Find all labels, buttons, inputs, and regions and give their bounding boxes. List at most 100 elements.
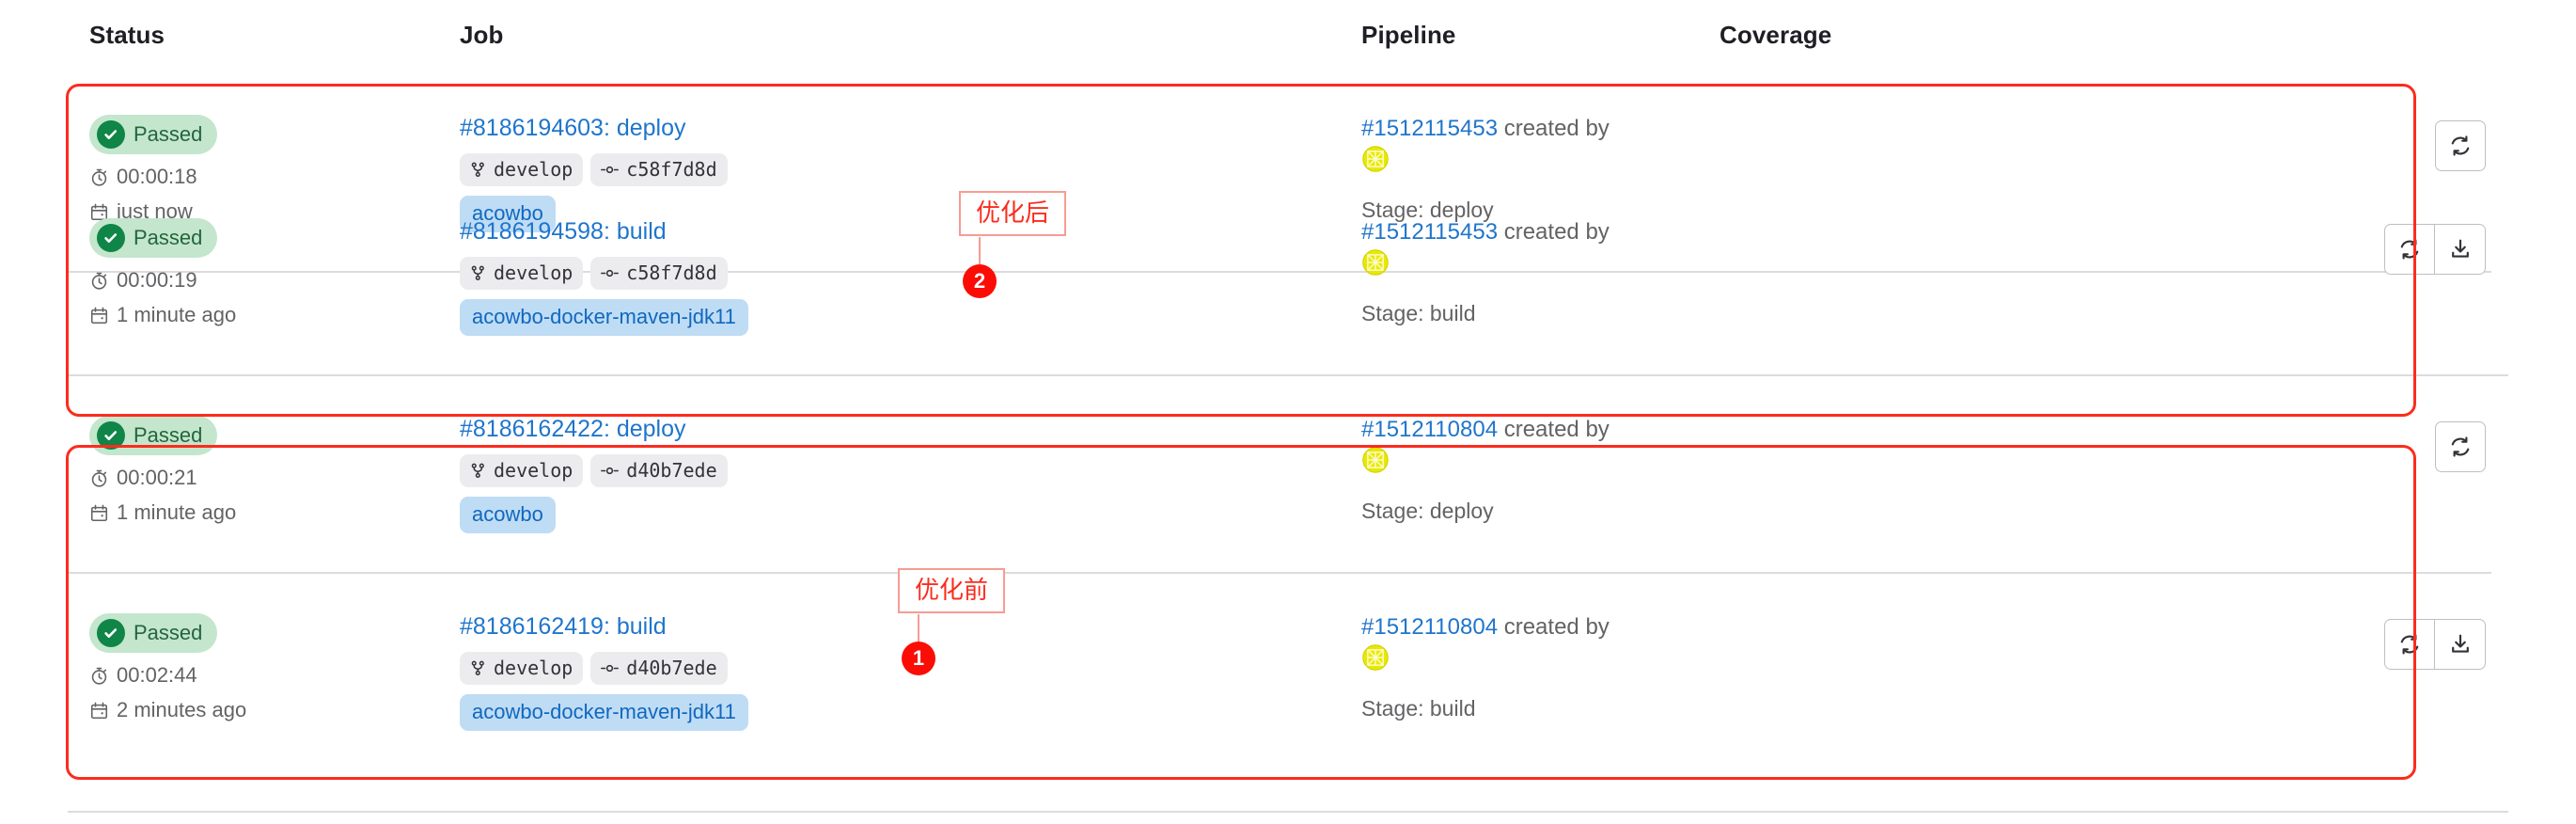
- job-refs: develop c58f7d8d: [460, 257, 1306, 290]
- timer-icon: [89, 666, 109, 686]
- job-tags: acowbo-docker-maven-jdk11: [460, 299, 1306, 336]
- job-duration-value: 00:02:44: [117, 663, 197, 687]
- status-badge: Passed: [89, 115, 218, 154]
- pipeline-stage: Stage: build: [1361, 301, 1476, 325]
- branch-chip[interactable]: develop: [460, 454, 584, 487]
- callout-1-label: 优化前: [898, 568, 1006, 613]
- job-refs: develop d40b7ede: [460, 652, 1306, 685]
- commit-chip[interactable]: d40b7ede: [590, 454, 728, 487]
- branch-chip[interactable]: develop: [460, 153, 584, 186]
- pipeline-created-by-text: created by: [1503, 219, 1610, 245]
- job-tags: acowbo-docker-maven-jdk11: [460, 694, 1306, 731]
- commit-icon: [601, 162, 620, 178]
- commit-chip[interactable]: c58f7d8d: [590, 153, 728, 186]
- retry-icon: [2400, 239, 2419, 260]
- callout-2-label: 优化后: [959, 191, 1067, 236]
- pipeline-link[interactable]: #1512115453: [1361, 219, 1498, 245]
- pipeline-link[interactable]: #1512110804: [1361, 417, 1498, 442]
- job-link[interactable]: #8186162422: deploy: [460, 416, 686, 443]
- pipeline-link[interactable]: #1512115453: [1361, 116, 1498, 141]
- branch-chip[interactable]: develop: [460, 652, 584, 685]
- job-duration-value: 00:00:19: [117, 268, 197, 292]
- pipeline-created-by-text: created by: [1503, 614, 1610, 640]
- job-link[interactable]: #8186162419: build: [460, 613, 667, 641]
- row-actions: [2384, 224, 2486, 275]
- callout-2-number: 2: [963, 264, 997, 298]
- retry-icon: [2400, 634, 2419, 655]
- pipeline-stage: Stage: build: [1361, 696, 1476, 721]
- retry-icon: [2451, 135, 2470, 156]
- pipeline-created-line: #1512110804 created by: [1361, 613, 1925, 642]
- timer-icon: [89, 271, 109, 291]
- download-icon: [2451, 634, 2469, 653]
- job-status-cell: Passed 00:00:21 1 minute ago: [89, 416, 437, 525]
- job-name-cell: #8186162422: deploy develop d40b7ede aco…: [460, 416, 1306, 533]
- job-duration: 00:00:21: [89, 466, 437, 490]
- pipeline-created-line: #1512115453 created by: [1361, 218, 1925, 246]
- runner-tag[interactable]: acowbo-docker-maven-jdk11: [460, 299, 748, 336]
- job-link[interactable]: #8186194603: deploy: [460, 115, 686, 142]
- retry-button[interactable]: [2384, 619, 2435, 670]
- status-label: Passed: [134, 621, 203, 644]
- check-circle-icon: [97, 421, 125, 450]
- status-badge: Passed: [89, 416, 218, 455]
- status-badge: Passed: [89, 613, 218, 653]
- branch-icon: [470, 265, 486, 281]
- avatar[interactable]: [1361, 248, 1390, 277]
- branch-icon: [470, 463, 486, 479]
- check-circle-icon: [97, 120, 125, 149]
- status-label: Passed: [134, 423, 203, 447]
- pipeline-created-line: #1512110804 created by: [1361, 416, 1925, 444]
- avatar[interactable]: [1361, 145, 1390, 173]
- branch-name: develop: [494, 657, 573, 679]
- pipeline-cell: #1512110804 created by Stage: deploy: [1361, 416, 1925, 524]
- branch-icon: [470, 660, 486, 676]
- table-row[interactable]: Passed 00:00:21 1 minute ago #8186162422…: [0, 395, 2576, 574]
- retry-button[interactable]: [2384, 224, 2435, 275]
- row-actions: [2384, 619, 2486, 670]
- commit-icon: [601, 660, 620, 676]
- job-duration-value: 00:00:21: [117, 466, 197, 489]
- job-status-cell: Passed 00:02:44 2 minutes ago: [89, 613, 437, 722]
- retry-button[interactable]: [2435, 421, 2486, 472]
- branch-name: develop: [494, 261, 573, 284]
- job-duration: 00:02:44: [89, 663, 437, 688]
- pipeline-created-by-text: created by: [1503, 417, 1610, 442]
- download-icon: [2451, 239, 2469, 258]
- job-link[interactable]: #8186194598: build: [460, 218, 667, 246]
- table-header: Status Job Pipeline Coverage: [0, 0, 2576, 73]
- retry-button[interactable]: [2435, 120, 2486, 171]
- column-header-job: Job: [460, 21, 504, 49]
- timer-icon: [89, 167, 109, 187]
- table-row[interactable]: Passed 00:00:19 1 minute ago #8186194598…: [0, 198, 2576, 376]
- row-actions: [2435, 120, 2486, 171]
- commit-chip[interactable]: d40b7ede: [590, 652, 728, 685]
- jobs-table-page: Status Job Pipeline Coverage Passed 00:0…: [0, 0, 2576, 824]
- pipeline-cell: #1512110804 created by Stage: build: [1361, 613, 1925, 721]
- avatar[interactable]: [1361, 643, 1390, 672]
- timer-icon: [89, 468, 109, 488]
- branch-name: develop: [494, 459, 573, 482]
- commit-sha: d40b7ede: [626, 657, 717, 679]
- commit-icon: [601, 265, 620, 281]
- job-finished-value: 2 minutes ago: [117, 698, 247, 721]
- job-refs: develop c58f7d8d: [460, 153, 1306, 186]
- pipeline-cell: #1512115453 created by Stage: build: [1361, 218, 1925, 326]
- job-status-cell: Passed 00:00:19 1 minute ago: [89, 218, 437, 327]
- branch-icon: [470, 162, 486, 178]
- avatar[interactable]: [1361, 446, 1390, 474]
- commit-chip[interactable]: c58f7d8d: [590, 257, 728, 290]
- job-finished-value: 1 minute ago: [117, 303, 237, 326]
- pipeline-stage: Stage: deploy: [1361, 499, 1494, 523]
- branch-chip[interactable]: develop: [460, 257, 584, 290]
- runner-tag[interactable]: acowbo-docker-maven-jdk11: [460, 694, 748, 731]
- job-duration-value: 00:00:18: [117, 165, 197, 188]
- column-header-pipeline: Pipeline: [1361, 21, 1456, 49]
- download-artifacts-button[interactable]: [2435, 224, 2486, 275]
- pipeline-link[interactable]: #1512110804: [1361, 614, 1498, 640]
- job-finished-time: 1 minute ago: [89, 303, 437, 327]
- runner-tag[interactable]: acowbo: [460, 497, 556, 533]
- status-badge: Passed: [89, 218, 218, 258]
- table-row[interactable]: Passed 00:02:44 2 minutes ago #818616241…: [0, 593, 2576, 771]
- download-artifacts-button[interactable]: [2435, 619, 2486, 670]
